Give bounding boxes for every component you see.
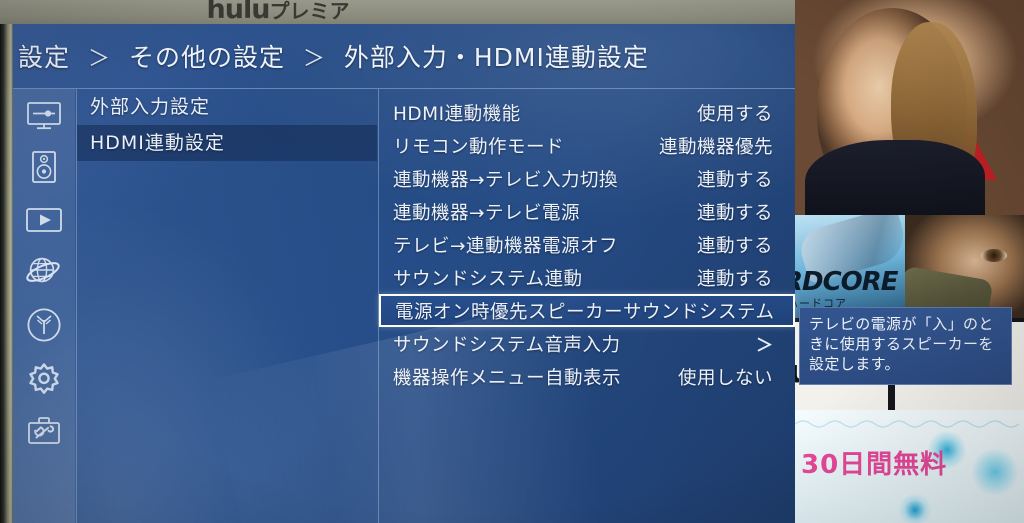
promo-banner-wave	[795, 420, 1020, 428]
promo-banner-text: 30日間無料	[801, 450, 948, 480]
sidebar-item-picture-settings[interactable]	[13, 92, 75, 140]
hulu-logo-suffix: プレミア	[269, 0, 350, 23]
setting-label: 電源オン時優先スピーカー	[395, 301, 624, 323]
sidebar-item-broadcast-settings[interactable]	[13, 301, 75, 349]
left-menu-item-hdmi-link[interactable]: HDMI連動設定	[77, 125, 377, 161]
setting-label: 連動機器→テレビ電源	[393, 202, 581, 224]
left-menu-item-label: HDMI連動設定	[90, 132, 225, 154]
settings-list: HDMI連動機能 使用する リモコン動作モード 連動機器優先 連動機器→テレビ入…	[379, 96, 795, 393]
setting-row-device-to-tv-power[interactable]: 連動機器→テレビ電源 連動する	[379, 195, 795, 228]
chevron-right-icon: ＞	[756, 336, 773, 356]
breadcrumb: 設定 ＞ その他の設定 ＞ 外部入力・HDMI連動設定	[18, 38, 649, 78]
setting-row-device-menu-auto-display[interactable]: 機器操作メニュー自動表示 使用しない	[379, 360, 795, 393]
speaker-icon	[31, 150, 57, 184]
setting-label: サウンドシステム音声入力	[393, 334, 621, 356]
tv-screen: huluプレミア RDCORE ハードコア uTube DMM.c 30日間無料…	[0, 0, 1024, 523]
setting-row-power-on-priority-speaker[interactable]: 電源オン時優先スピーカー サウンドシステム	[379, 294, 795, 327]
setting-value: 連動機器優先	[658, 136, 773, 158]
sidebar-item-sound-settings[interactable]	[13, 143, 75, 191]
settings-overlay: 設定 ＞ その他の設定 ＞ 外部入力・HDMI連動設定 外部入力設定 HDMI連…	[0, 24, 795, 523]
help-tooltip: テレビの電源が「入」のときに使用するスピーカーを設定します。	[799, 307, 1012, 385]
sidebar-item-playback-settings[interactable]	[13, 196, 75, 244]
setting-value: 使用する	[696, 103, 773, 125]
setting-label: リモコン動作モード	[393, 136, 565, 158]
sidebar-item-general-settings[interactable]	[13, 354, 75, 402]
left-menu-item-label: 外部入力設定	[90, 96, 211, 118]
setting-value: 連動する	[696, 202, 773, 224]
play-screen-icon	[25, 207, 63, 233]
poster-hardcore-title: RDCORE	[795, 267, 899, 297]
tv-bezel-reflection	[0, 24, 13, 523]
sidebar-item-network-settings[interactable]	[13, 247, 75, 295]
antenna-circle-icon	[26, 307, 62, 343]
setting-row-sound-system-link[interactable]: サウンドシステム連動 連動する	[379, 261, 795, 294]
promo-banner: 30日間無料	[795, 410, 1024, 523]
setting-value: 連動する	[696, 235, 773, 257]
breadcrumb-item-root[interactable]: 設定	[18, 43, 70, 72]
setting-label: テレビ→連動機器電源オフ	[393, 235, 619, 257]
poster-dress	[805, 140, 985, 220]
poster-soldier	[905, 215, 1024, 320]
sidebar-item-maintenance-settings[interactable]	[13, 406, 75, 454]
setting-value: 連動する	[696, 169, 773, 191]
setting-row-remote-operation-mode[interactable]: リモコン動作モード 連動機器優先	[379, 129, 795, 162]
setting-value: 使用しない	[677, 367, 773, 389]
globe-satellite-icon	[25, 254, 63, 288]
gear-icon	[26, 360, 62, 396]
poster-soldier-eye	[981, 249, 1007, 262]
poster-portrait	[795, 0, 1024, 220]
poster-hardcore: RDCORE ハードコア	[795, 215, 915, 320]
breadcrumb-separator-2: ＞	[302, 47, 326, 72]
setting-label: サウンドシステム連動	[393, 268, 583, 290]
left-menu-item-external-input[interactable]: 外部入力設定	[77, 89, 377, 125]
hulu-logo-word: hulu	[206, 0, 271, 25]
setting-value: サウンドシステム	[623, 301, 775, 323]
setting-row-hdmi-link-function[interactable]: HDMI連動機能 使用する	[379, 96, 795, 129]
toolbox-wrench-icon	[26, 414, 62, 446]
setting-row-sound-system-audio-input[interactable]: サウンドシステム音声入力 ＞	[379, 327, 795, 360]
setting-value: 連動する	[696, 268, 773, 290]
setting-row-tv-to-device-power-off[interactable]: テレビ→連動機器電源オフ 連動する	[379, 228, 795, 261]
setting-label: 連動機器→テレビ入力切換	[393, 169, 619, 191]
breadcrumb-separator-1: ＞	[87, 47, 111, 72]
breadcrumb-item-current: 外部入力・HDMI連動設定	[343, 43, 649, 72]
setting-row-device-to-tv-input-switch[interactable]: 連動機器→テレビ入力切換 連動する	[379, 162, 795, 195]
left-menu-list: 外部入力設定 HDMI連動設定	[77, 89, 377, 161]
breadcrumb-item-other[interactable]: その他の設定	[129, 43, 285, 72]
setting-label: 機器操作メニュー自動表示	[393, 367, 622, 389]
setting-label: HDMI連動機能	[393, 103, 521, 125]
help-text: テレビの電源が「入」のときに使用するスピーカーを設定します。	[809, 315, 994, 373]
monitor-slider-icon	[26, 101, 62, 131]
